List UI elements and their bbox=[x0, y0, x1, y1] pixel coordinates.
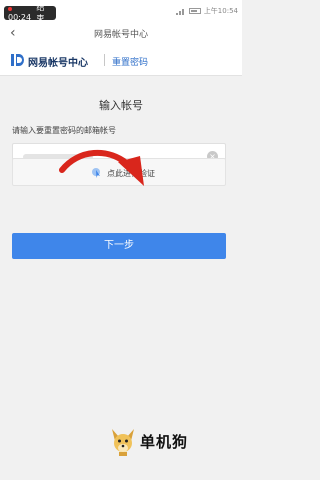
status-right: 上午10:54 bbox=[175, 5, 238, 17]
recording-end-button[interactable]: 结束 bbox=[36, 2, 52, 24]
page-heading: 输入帐号 bbox=[99, 99, 143, 112]
recording-pill[interactable]: 00:24 结束 bbox=[4, 3, 56, 23]
recording-time: 00:24 bbox=[8, 4, 36, 22]
recording-time-text: 00:24 bbox=[8, 13, 32, 22]
dog-mascot-icon bbox=[112, 429, 134, 456]
red-arrow-annotation-icon bbox=[59, 150, 144, 186]
clock: 上午10:54 bbox=[203, 7, 238, 15]
battery-icon bbox=[188, 8, 201, 14]
nav-title: 网易帐号中心 bbox=[93, 30, 148, 40]
brand-name: 网易帐号中心 bbox=[28, 58, 88, 69]
next-step-button[interactable]: 下一步 bbox=[12, 233, 226, 259]
netease-id-logo-icon bbox=[11, 54, 24, 66]
signal-icon bbox=[175, 8, 186, 15]
watermark: 单机狗 bbox=[110, 425, 225, 460]
brand-subtitle: 重置密码 bbox=[112, 58, 149, 68]
status-bar: 00:24 结束 上午10:54 bbox=[0, 0, 242, 23]
record-dot-icon bbox=[8, 7, 12, 11]
watermark-text: 单机狗 bbox=[140, 433, 189, 451]
account-prompt: 请输入要重置密码的邮箱帐号 bbox=[12, 126, 116, 135]
nav-bar: ‹ 网易帐号中心 bbox=[0, 22, 242, 44]
brand-bar: 网易帐号中心 重置密码 bbox=[0, 44, 242, 76]
brand-divider bbox=[104, 54, 105, 66]
